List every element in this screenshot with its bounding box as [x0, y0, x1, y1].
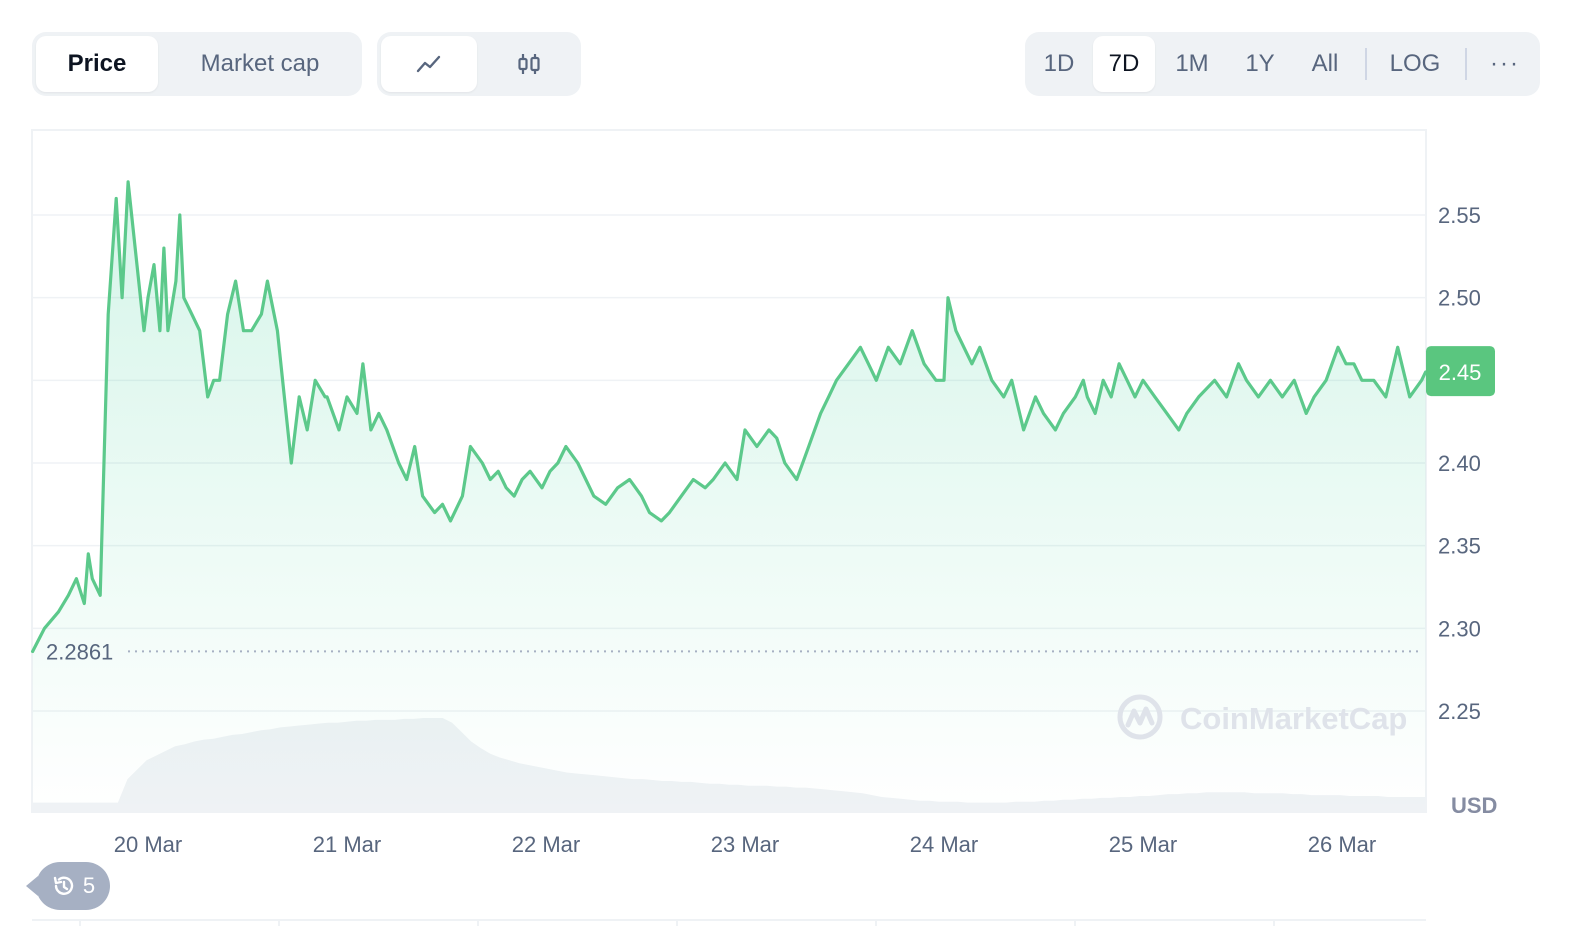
x-tick-label: 22 Mar [512, 832, 580, 857]
watermark-text: CoinMarketCap [1180, 701, 1407, 736]
y-tick-label: 2.35 [1438, 534, 1481, 559]
history-icon [53, 876, 74, 895]
y-tick-label: 2.55 [1438, 203, 1481, 228]
y-axis: 2.55 2.50 2.40 2.35 2.30 2.25 USD [1438, 203, 1497, 818]
y-tick-label: 2.40 [1438, 451, 1481, 476]
price-chart[interactable]: 2.2861 CoinMarketCap 2.55 2.50 2.40 2.35 2.3… [0, 0, 1576, 930]
y-tick-label: 2.25 [1438, 699, 1481, 724]
y-tick-label: 2.50 [1438, 286, 1481, 311]
x-tick-label: 20 Mar [114, 832, 182, 857]
x-axis: 20 Mar 21 Mar 22 Mar 23 Mar 24 Mar 25 Mar 26 M… [79, 832, 1376, 926]
x-tick-label: 23 Mar [711, 832, 779, 857]
x-tick-label: 26 Mar [1308, 832, 1376, 857]
x-tick-label: 24 Mar [910, 832, 978, 857]
x-tick-label: 25 Mar [1109, 832, 1177, 857]
x-tick-label: 21 Mar [313, 832, 381, 857]
history-count: 5 [82, 873, 96, 898]
y-tick-label: 2.30 [1438, 616, 1481, 641]
current-price-label: 2.45 [1439, 360, 1482, 385]
current-price-marker: 2.45 [1426, 346, 1495, 397]
history-badge[interactable]: 5 [26, 862, 110, 910]
open-price-label: 2.2861 [46, 639, 113, 664]
currency-label: USD [1451, 793, 1497, 818]
